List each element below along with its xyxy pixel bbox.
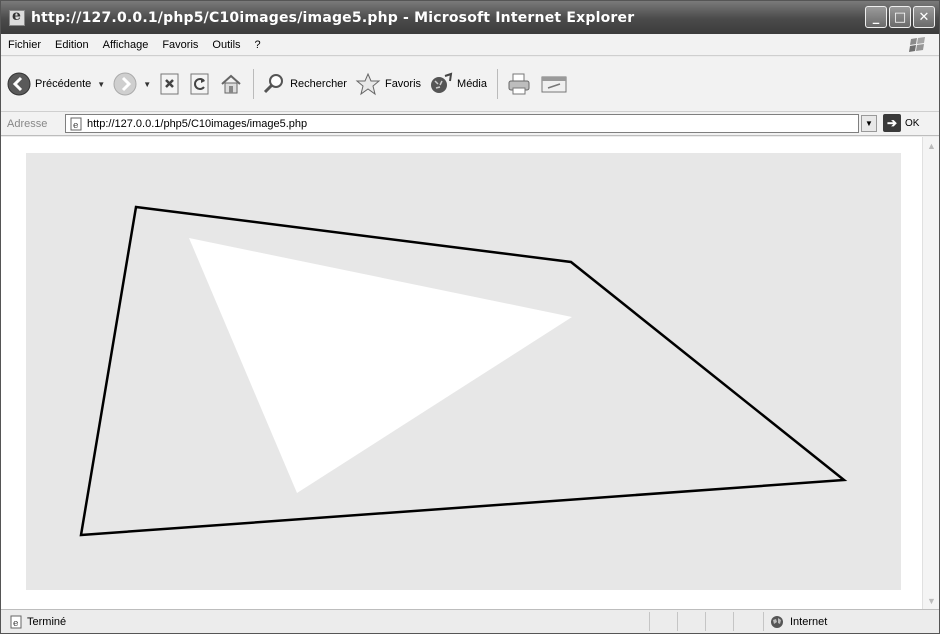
- page-icon: e: [70, 117, 82, 131]
- status-pane: [705, 612, 733, 631]
- media-label: Média: [457, 78, 487, 90]
- favorites-label: Favoris: [384, 78, 422, 90]
- window-title: http://127.0.0.1/php5/C10images/image5.p…: [31, 9, 635, 26]
- rendered-image: [26, 153, 901, 590]
- address-label: Adresse: [7, 117, 48, 130]
- address-dropdown-icon[interactable]: ▼: [861, 115, 877, 132]
- zone-label: Internet: [790, 615, 828, 628]
- back-dropdown-icon[interactable]: ▼: [97, 80, 105, 89]
- go-button[interactable]: ➔ OK: [883, 114, 919, 132]
- back-label: Précédente: [35, 78, 92, 90]
- status-panes: [649, 612, 761, 631]
- standard-toolbar: Précédente ▼ ▼ Rechercher Favoris Média: [1, 57, 939, 112]
- go-label: OK: [905, 117, 920, 129]
- address-input[interactable]: e http://127.0.0.1/php5/C10images/image5…: [65, 114, 859, 133]
- media-icon: [431, 72, 453, 93]
- security-zone[interactable]: Internet: [763, 612, 937, 631]
- favorites-button[interactable]: Favoris: [355, 72, 421, 96]
- edit-button[interactable]: [540, 72, 568, 96]
- star-icon: [355, 72, 381, 96]
- back-button[interactable]: Précédente ▼: [7, 72, 105, 96]
- address-url: http://127.0.0.1/php5/C10images/image5.p…: [87, 117, 308, 130]
- refresh-button[interactable]: [189, 73, 211, 95]
- status-pane: [733, 612, 761, 631]
- printer-icon: [508, 73, 530, 95]
- search-button[interactable]: Rechercher: [262, 72, 347, 96]
- toolbar-separator: [497, 69, 498, 99]
- search-icon: [264, 74, 284, 94]
- home-button[interactable]: [219, 72, 243, 96]
- svg-text:e: e: [73, 121, 78, 131]
- title-bar[interactable]: http://127.0.0.1/php5/C10images/image5.p…: [1, 1, 939, 34]
- media-button[interactable]: Média: [429, 72, 487, 96]
- refresh-icon: [190, 73, 209, 95]
- forward-dropdown-icon[interactable]: ▼: [143, 80, 151, 89]
- menu-favoris[interactable]: Favoris: [155, 39, 205, 51]
- toolbar-separator: [253, 69, 255, 99]
- back-arrow-icon: [7, 72, 31, 96]
- browser-window: http://127.0.0.1/php5/C10images/image5.p…: [0, 0, 940, 634]
- scroll-up-icon[interactable]: ▲: [924, 138, 939, 153]
- forward-button[interactable]: ▼: [113, 72, 151, 96]
- menu-outils[interactable]: Outils: [205, 39, 247, 51]
- menu-edition[interactable]: Edition: [48, 39, 96, 51]
- vertical-scrollbar[interactable]: ▲ ▼: [922, 137, 939, 609]
- address-bar: Adresse e http://127.0.0.1/php5/C10image…: [1, 112, 939, 136]
- status-text: Terminé: [27, 615, 67, 628]
- stop-icon: [160, 73, 179, 95]
- go-arrow-icon: ➔: [883, 114, 901, 132]
- stop-button[interactable]: [159, 73, 181, 95]
- maximize-button[interactable]: □: [889, 6, 911, 28]
- windows-flag-icon: [909, 37, 925, 52]
- menu-help[interactable]: ?: [248, 39, 268, 51]
- ie-app-icon: [9, 8, 25, 26]
- search-label: Rechercher: [290, 78, 347, 90]
- page-viewport: ▲ ▼: [1, 137, 939, 609]
- page-done-icon: e: [10, 615, 22, 629]
- close-button[interactable]: ✕: [913, 6, 935, 28]
- status-pane: [677, 612, 705, 631]
- menu-bar: Fichier Edition Affichage Favoris Outils…: [1, 34, 939, 56]
- status-bar: e Terminé Internet: [1, 609, 939, 633]
- edit-page-icon: [541, 76, 567, 93]
- menu-fichier[interactable]: Fichier: [1, 39, 48, 51]
- print-button[interactable]: [506, 72, 532, 96]
- home-icon: [221, 74, 241, 94]
- forward-arrow-icon: [113, 72, 137, 96]
- globe-icon: [771, 615, 783, 628]
- svg-text:e: e: [13, 619, 18, 629]
- menu-affichage[interactable]: Affichage: [96, 39, 156, 51]
- minimize-button[interactable]: _: [865, 6, 887, 28]
- window-controls: _ □ ✕: [865, 6, 935, 28]
- polygon-drawing: [79, 205, 848, 537]
- filled-triangle: [189, 238, 572, 493]
- scroll-down-icon[interactable]: ▼: [924, 593, 939, 608]
- status-pane: [649, 612, 677, 631]
